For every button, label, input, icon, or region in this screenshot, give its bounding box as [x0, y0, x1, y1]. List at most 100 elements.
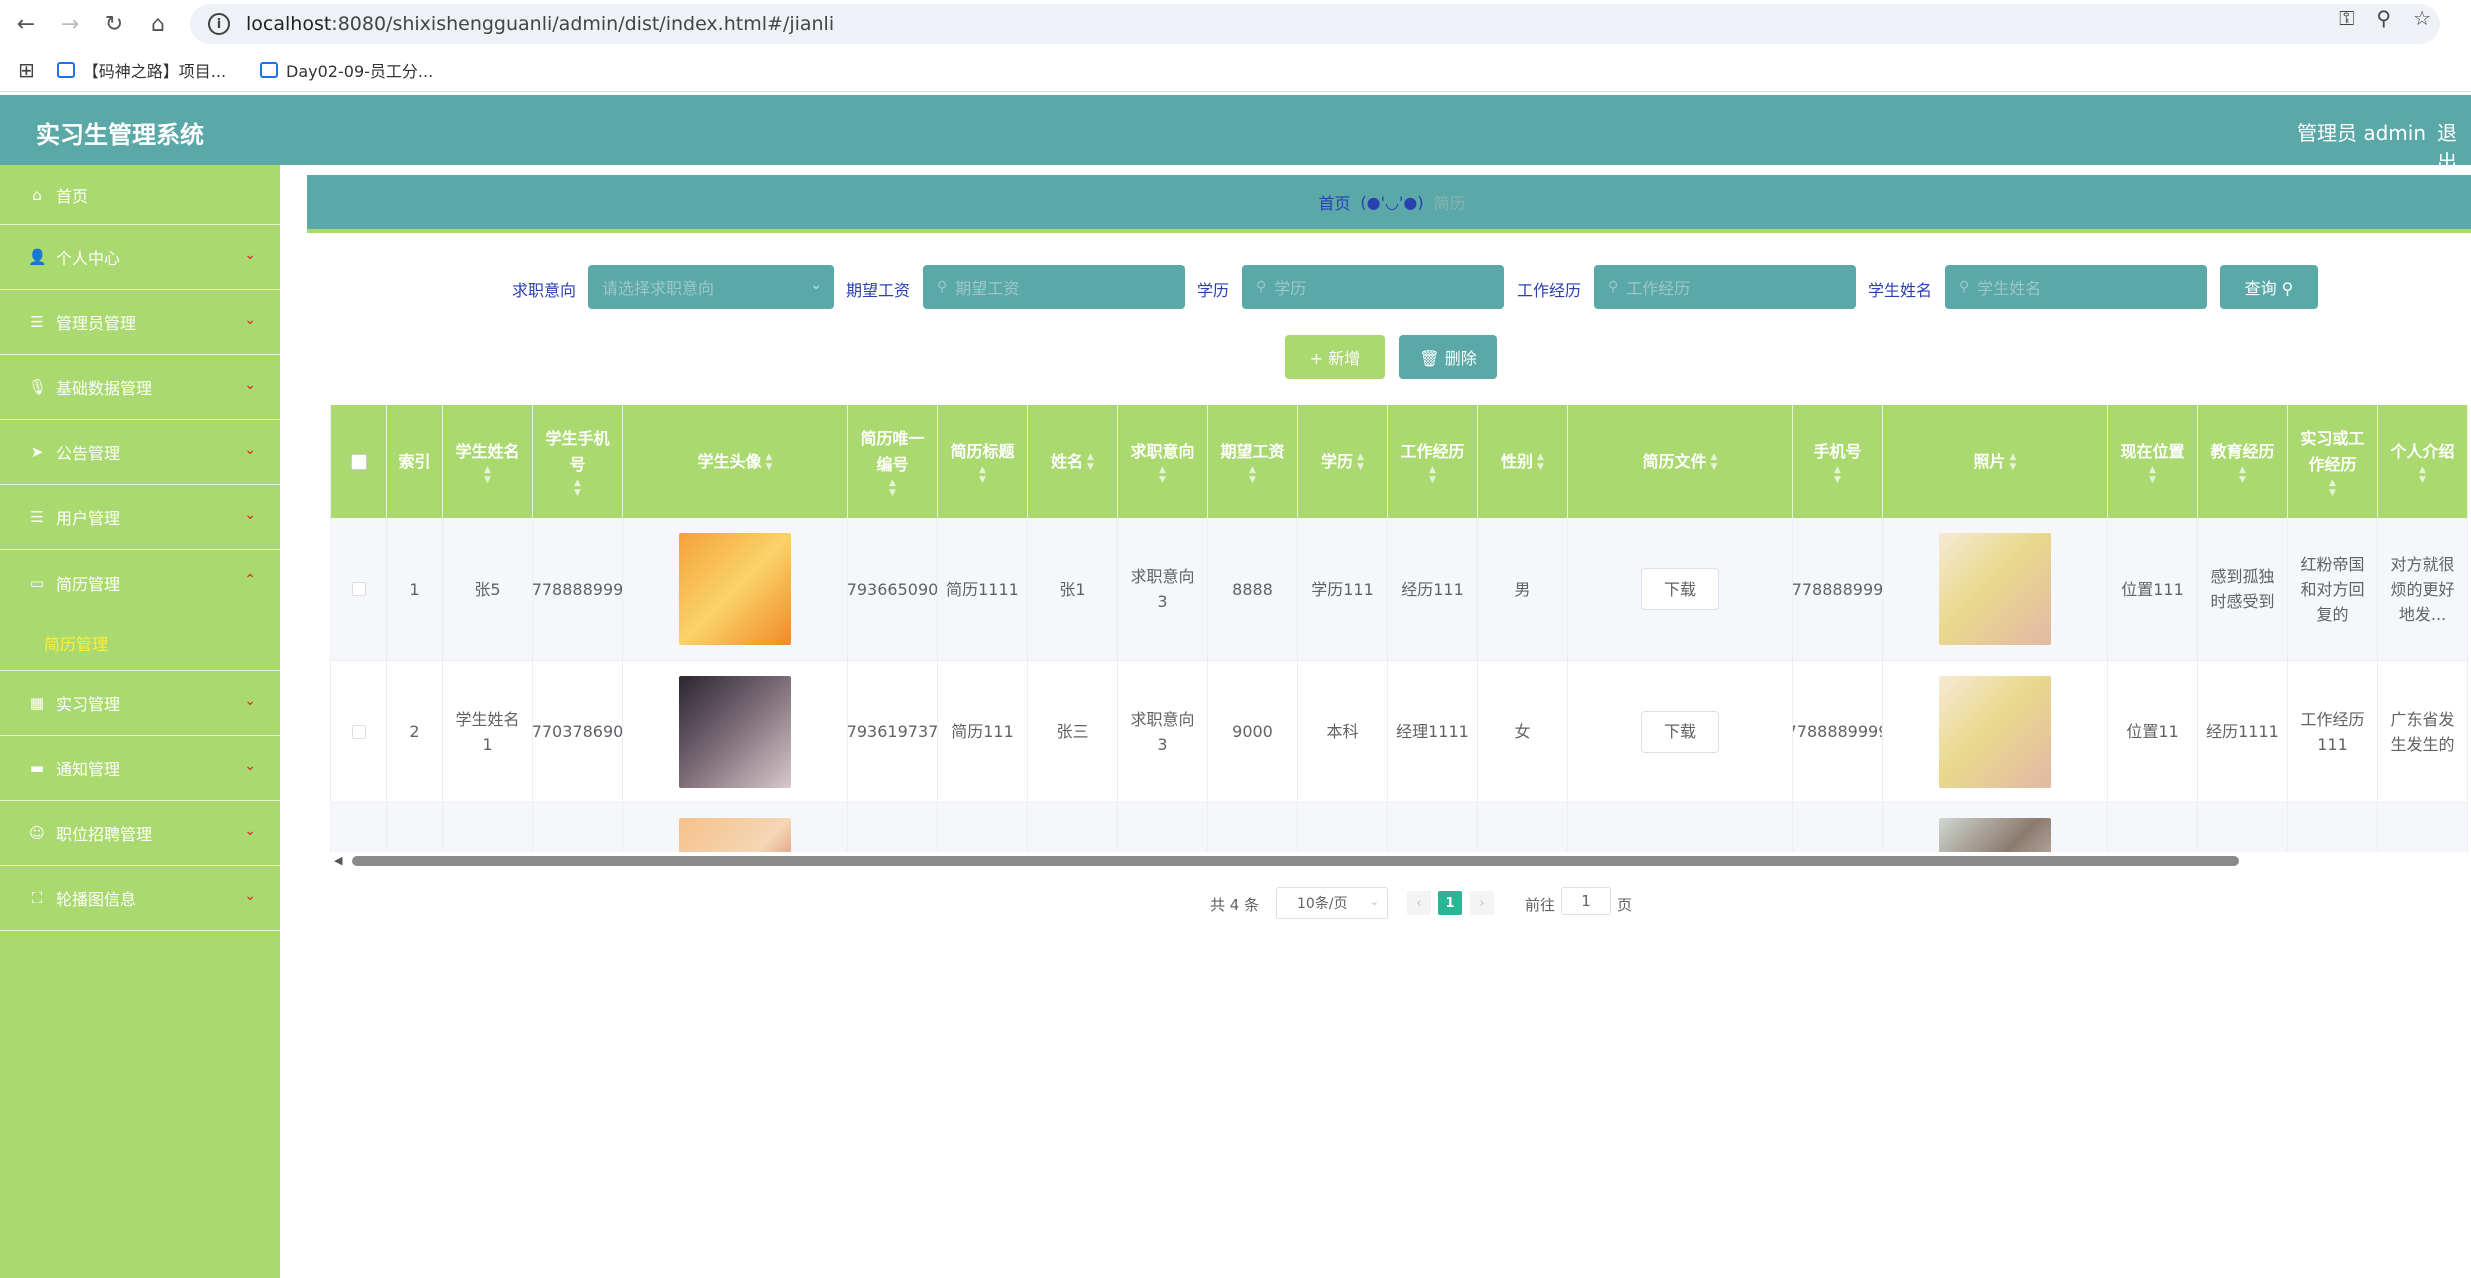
bilibili-icon	[260, 61, 279, 78]
sort-icon[interactable]: ▲ ▼	[766, 452, 773, 472]
col-location[interactable]: 现在位置 ▲ ▼	[2108, 405, 2198, 518]
sidebar-item-notice[interactable]: ➤ 公告管理 ⌄	[0, 420, 280, 485]
prev-page-button[interactable]: ‹	[1407, 891, 1431, 915]
goto-page-input[interactable]: 1	[1561, 887, 1611, 915]
query-button[interactable]: 查询 ⚲	[2220, 265, 2318, 309]
breadcrumb: 首页 (●'◡'●) 简历	[307, 175, 2471, 233]
sort-icon[interactable]: ▲ ▼	[2419, 465, 2426, 485]
sidebar-subitem-resume[interactable]: 简历管理	[0, 615, 280, 671]
scroll-left-icon[interactable]: ◀	[334, 854, 342, 867]
sidebar-item-carousel[interactable]: ⛶ 轮播图信息 ⌄	[0, 866, 280, 931]
select-all-checkbox[interactable]	[331, 405, 387, 518]
name-input[interactable]: ⚲ 学生姓名	[1945, 265, 2207, 309]
col-name[interactable]: 姓名 ▲ ▼	[1028, 405, 1118, 518]
sidebar-item-resume[interactable]: ▭ 简历管理 ⌃	[0, 550, 280, 615]
chevron-down-icon: ⌄	[810, 277, 822, 293]
download-button[interactable]: 下载	[1641, 568, 1719, 611]
cell-gender: 女	[1478, 660, 1568, 803]
col-student-avatar[interactable]: 学生头像 ▲ ▼	[623, 405, 848, 518]
col-student-phone[interactable]: 学生手机号 ▲ ▼	[533, 405, 623, 518]
sort-icon[interactable]: ▲ ▼	[1087, 452, 1094, 472]
fullscreen-icon: ⛶	[31, 889, 43, 907]
send-icon: ➤	[30, 443, 44, 461]
col-education[interactable]: 教育经历 ▲ ▼	[2198, 405, 2288, 518]
back-icon[interactable]: ←	[8, 6, 44, 42]
row-checkbox[interactable]	[331, 518, 387, 661]
cell-phone: 17788889999	[1793, 518, 1883, 661]
reload-icon[interactable]: ↻	[96, 6, 132, 42]
forward-icon[interactable]: →	[52, 6, 88, 42]
salary-input[interactable]: ⚲ 期望工资	[923, 265, 1185, 309]
col-photo[interactable]: 照片 ▲ ▼	[1883, 405, 2108, 518]
star-icon[interactable]: ☆	[2413, 6, 2431, 30]
exp-input[interactable]: ⚲ 工作经历	[1594, 265, 1856, 309]
col-gender[interactable]: 性别 ▲ ▼	[1478, 405, 1568, 518]
sort-icon[interactable]: ▲ ▼	[2329, 478, 2336, 498]
sort-icon[interactable]: ▲ ▼	[1834, 465, 1841, 485]
horizontal-scrollbar[interactable]: ◀	[330, 852, 2471, 868]
sort-icon[interactable]: ▲ ▼	[1159, 465, 1166, 485]
sidebar-item-profile[interactable]: 👤 个人中心 ⌄	[0, 225, 280, 290]
col-work[interactable]: 实习或工作经历 ▲ ▼	[2288, 405, 2378, 518]
zoom-icon[interactable]: ⚲	[2376, 6, 2391, 30]
page-size-select[interactable]: 10条/页 ⌄	[1276, 887, 1388, 919]
cell-photo	[1883, 803, 2108, 852]
search-icon: ⚲	[937, 279, 948, 295]
sort-icon[interactable]: ▲ ▼	[2010, 452, 2017, 472]
col-resume-no[interactable]: 简历唯一编号 ▲ ▼	[848, 405, 938, 518]
sort-icon[interactable]: ▲ ▼	[1711, 452, 1718, 472]
sort-icon[interactable]: ▲ ▼	[2149, 465, 2156, 485]
sort-icon[interactable]: ▲ ▼	[1429, 465, 1436, 485]
sort-icon[interactable]: ▲ ▼	[979, 465, 986, 485]
key-icon[interactable]: ⚿	[2339, 6, 2354, 30]
sort-icon[interactable]: ▲ ▼	[2239, 465, 2246, 485]
sort-icon[interactable]: ▲ ▼	[574, 478, 581, 498]
site-info-icon[interactable]: i	[208, 13, 230, 35]
bookmark-item[interactable]: Day02-09-员工分...	[260, 58, 433, 82]
col-salary[interactable]: 期望工资 ▲ ▼	[1208, 405, 1298, 518]
sidebar-item-admin[interactable]: ☰ 管理员管理 ⌄	[0, 290, 280, 355]
edu-input[interactable]: ⚲ 学历	[1242, 265, 1504, 309]
sort-icon[interactable]: ▲ ▼	[1537, 452, 1544, 472]
col-resume-title[interactable]: 简历标题 ▲ ▼	[938, 405, 1028, 518]
sort-icon[interactable]: ▲ ▼	[889, 478, 896, 498]
table-row[interactable]: 1张5177888899991679366509061简历1111张1求职意向3…	[331, 518, 2468, 661]
scrollbar-thumb[interactable]	[352, 856, 2239, 866]
intent-select[interactable]: 请选择求职意向 ⌄	[588, 265, 834, 309]
bookmark-item[interactable]: 【码神之路】项目...	[56, 58, 226, 82]
download-button[interactable]: 下载	[1641, 710, 1719, 753]
sort-icon[interactable]: ▲ ▼	[1357, 452, 1364, 472]
sidebar-item-message[interactable]: ▬ 通知管理 ⌄	[0, 736, 280, 801]
table-row[interactable]: 2学生姓名117703786901 1679361973768简历111张三求职意…	[331, 660, 2468, 803]
col-student-name[interactable]: 学生姓名 ▲ ▼	[443, 405, 533, 518]
table-row[interactable]: 3学生姓名317703786903 1679305349080简历标题2姓名2求职…	[331, 803, 2468, 852]
col-experience[interactable]: 工作经历 ▲ ▼	[1388, 405, 1478, 518]
sidebar-item-internship[interactable]: ▦ 实习管理 ⌄	[0, 671, 280, 736]
sort-icon[interactable]: ▲ ▼	[484, 465, 491, 485]
cell-intro: 对方就很烦的更好地发...	[2378, 518, 2468, 661]
breadcrumb-home[interactable]: 首页	[1318, 190, 1350, 214]
cell-location: 位置11	[2108, 660, 2198, 803]
add-button[interactable]: + 新增	[1285, 335, 1385, 379]
row-checkbox[interactable]	[331, 660, 387, 803]
sort-icon[interactable]: ▲ ▼	[1249, 465, 1256, 485]
sidebar-item-users[interactable]: ☰ 用户管理 ⌄	[0, 485, 280, 550]
sidebar-item-home[interactable]: ⌂ 首页	[0, 165, 280, 225]
col-edu[interactable]: 学历 ▲ ▼	[1298, 405, 1388, 518]
sidebar-item-basedata[interactable]: 🎙 基础数据管理 ⌄	[0, 355, 280, 420]
page-number-active[interactable]: 1	[1438, 891, 1462, 915]
name-label: 学生姓名	[1868, 281, 1933, 300]
delete-button[interactable]: 🗑 删除	[1399, 335, 1497, 379]
home-browser-icon[interactable]: ⌂	[140, 6, 176, 42]
col-phone[interactable]: 手机号 ▲ ▼	[1793, 405, 1883, 518]
address-bar[interactable]: i localhost:8080/shixishengguanli/admin/…	[190, 4, 2440, 44]
next-page-button[interactable]: ›	[1470, 891, 1494, 915]
sidebar-item-jobs[interactable]: ☺ 职位招聘管理 ⌄	[0, 801, 280, 866]
apps-icon[interactable]: ⊞	[18, 58, 35, 82]
col-intent[interactable]: 求职意向 ▲ ▼	[1118, 405, 1208, 518]
cell-salary: 9000	[1208, 660, 1298, 803]
cell-intent: 求职意向3	[1118, 660, 1208, 803]
row-checkbox[interactable]	[331, 803, 387, 852]
col-resume-file[interactable]: 简历文件 ▲ ▼	[1568, 405, 1793, 518]
col-intro[interactable]: 个人介绍 ▲ ▼	[2378, 405, 2468, 518]
